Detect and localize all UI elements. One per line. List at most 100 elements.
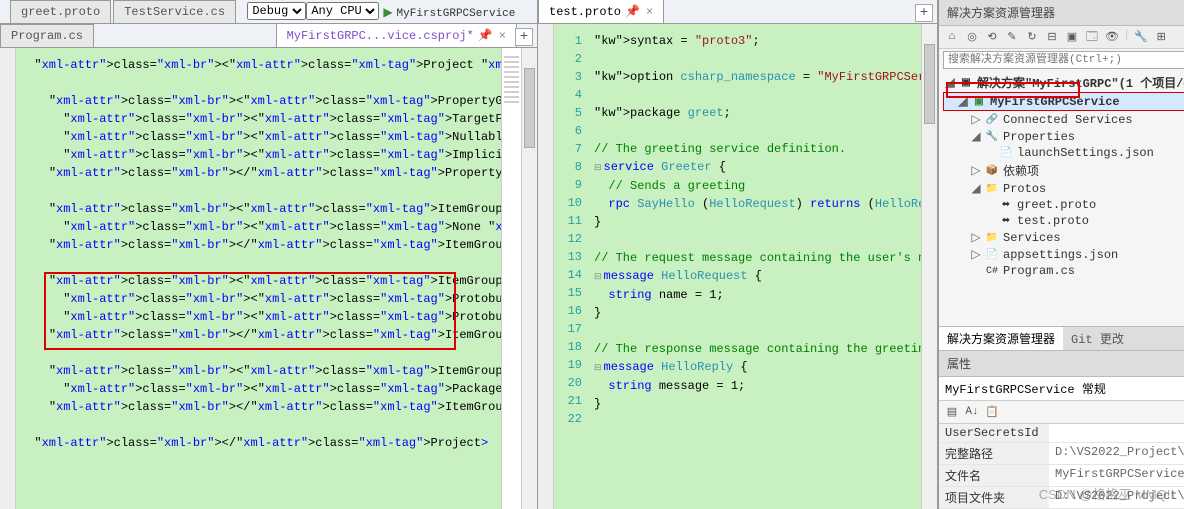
categorize-icon[interactable]: ▤	[943, 403, 961, 421]
tree-item[interactable]: C# Program.cs	[943, 263, 1184, 279]
sync-icon[interactable]: ⟲	[983, 28, 1001, 46]
prop-value[interactable]	[1049, 424, 1184, 443]
minimap[interactable]	[501, 48, 521, 509]
tree-label: Properties	[1003, 130, 1075, 144]
props-page-icon[interactable]: 📋	[983, 403, 1001, 421]
tree-label: test.proto	[1017, 214, 1089, 228]
tree-icon: ⬌	[999, 198, 1013, 212]
explorer-search	[943, 51, 1184, 69]
props-title-text: 属性	[947, 355, 971, 372]
wrench-icon[interactable]: 🔧	[1132, 28, 1150, 46]
breakpoint-margin[interactable]	[0, 48, 16, 509]
tree-icon: 🔗	[985, 113, 999, 127]
tree-icon: 📁	[985, 182, 999, 196]
split-button[interactable]: +	[915, 4, 933, 22]
tree-item[interactable]: ⬌ greet.proto	[943, 197, 1184, 213]
proto-editor: test.proto📌× ▾ 1234567891011121314151617…	[538, 0, 938, 509]
explorer-toolbar: ⌂ ◎ ⟲ ✎ ↻ ⊟ ▣ 🗔 👁 | 🔧 ⊞	[939, 26, 1184, 49]
tree-label: Services	[1003, 231, 1061, 245]
home-icon[interactable]: ⌂	[943, 28, 961, 46]
project-node[interactable]: ◢▣MyFirstGRPCService	[943, 92, 1184, 111]
pin-icon[interactable]: 📌	[625, 5, 640, 19]
project-label: MyFirstGRPCService	[990, 95, 1120, 109]
tree-item[interactable]: ▷🔗Connected Services	[943, 111, 1184, 128]
solution-root[interactable]: ◢▣解决方案"MyFirstGRPC"(1 个项目/共 1 个)	[943, 73, 1184, 92]
prop-key: 文件名	[939, 465, 1049, 487]
tree-icon: C#	[985, 264, 999, 278]
prop-value[interactable]: D:\VS2022_Project\MyFi	[1049, 443, 1184, 465]
show-all-icon[interactable]: ▣	[1063, 28, 1081, 46]
csharp-project-icon: ▣	[972, 95, 986, 109]
solution-explorer-panel: 解决方案资源管理器 ▾ × ⌂ ◎ ⟲ ✎ ↻ ⊟ ▣ 🗔 👁 | 🔧 ⊞ ◢▣…	[938, 0, 1184, 509]
tree-label: Connected Services	[1003, 113, 1133, 127]
right-tab-strip: test.proto📌× ▾	[538, 0, 937, 24]
tree-icon: 📄	[999, 146, 1013, 160]
prop-key: 完整路径	[939, 443, 1049, 465]
watermark: CSDN @格格巫 MMQ!!	[1039, 484, 1174, 503]
tree-item[interactable]: ▷📦依赖项	[943, 161, 1184, 180]
tab-label: MyFirstGRPC...vice.csproj*	[287, 29, 474, 43]
search-input[interactable]	[943, 51, 1184, 69]
properties-icon[interactable]: 🗔	[1083, 28, 1101, 46]
split-button[interactable]: +	[515, 28, 533, 46]
view-icon[interactable]: ⊞	[1152, 28, 1170, 46]
tree-label: appsettings.json	[1003, 248, 1118, 262]
solution-icon: ▣	[959, 76, 973, 90]
panel-title-text: 解决方案资源管理器	[947, 4, 1055, 21]
config-dropdown[interactable]: Debug	[247, 2, 306, 20]
tab-testservice[interactable]: TestService.cs	[113, 0, 236, 23]
prop-key: UserSecretsId	[939, 424, 1049, 443]
tree-icon: 📦	[985, 164, 999, 178]
panel-title-bar: 解决方案资源管理器 ▾ ×	[939, 0, 1184, 26]
tab-greet-proto[interactable]: greet.proto	[10, 0, 111, 23]
tab-label: greet.proto	[21, 5, 100, 19]
tree-icon: 📁	[985, 231, 999, 245]
alpha-icon[interactable]: A↓	[963, 403, 981, 421]
subtab-git[interactable]: Git 更改	[1063, 327, 1132, 350]
back-icon[interactable]: ◎	[963, 28, 981, 46]
subtab-explorer[interactable]: 解决方案资源管理器	[939, 327, 1063, 350]
csproj-code-area[interactable]: "xml-attr">class="xml-br"><"xml-attr">cl…	[16, 48, 501, 509]
proto-code-area[interactable]: "kw">syntax = "proto3"; "kw">option csha…	[590, 24, 921, 509]
vertical-scrollbar[interactable]	[521, 48, 537, 509]
close-icon[interactable]: ×	[499, 29, 506, 43]
tab-program[interactable]: Program.cs	[0, 24, 94, 47]
props-title-bar: 属性 ▾ ×	[939, 351, 1184, 377]
solution-tree[interactable]: ◢▣解决方案"MyFirstGRPC"(1 个项目/共 1 个) ◢▣MyFir…	[939, 71, 1184, 326]
csproj-editor: greet.proto TestService.cs Debug Any CPU…	[0, 0, 538, 509]
preview-icon[interactable]: 👁	[1103, 28, 1121, 46]
tree-item[interactable]: ◢📁Protos	[943, 180, 1184, 197]
tab-label: TestService.cs	[124, 5, 225, 19]
tree-item[interactable]: ◢🔧Properties	[943, 128, 1184, 145]
brush-icon[interactable]: ✎	[1003, 28, 1021, 46]
vertical-scrollbar[interactable]	[921, 24, 937, 509]
tree-item[interactable]: ▷📁Services	[943, 229, 1184, 246]
pin-icon[interactable]: 📌	[478, 29, 493, 43]
tree-icon: 🔧	[985, 130, 999, 144]
tree-label: greet.proto	[1017, 198, 1096, 212]
tab-test-proto[interactable]: test.proto📌×	[538, 0, 664, 23]
startup-label: MyFirstGRPCService	[397, 8, 516, 20]
tree-item[interactable]: ▷📄appsettings.json	[943, 246, 1184, 263]
left-tab-strip: greet.proto TestService.cs Debug Any CPU…	[0, 0, 537, 24]
tree-label: 依赖项	[1003, 162, 1039, 179]
close-icon[interactable]: ×	[646, 5, 653, 19]
props-toolbar: ▤ A↓ 📋	[939, 401, 1184, 424]
breakpoint-margin[interactable]	[538, 24, 554, 509]
explorer-subtabs: 解决方案资源管理器 Git 更改	[939, 326, 1184, 351]
props-object[interactable]: MyFirstGRPCService 常规	[939, 377, 1184, 401]
refresh-icon[interactable]: ↻	[1023, 28, 1041, 46]
tab-csproj-active[interactable]: MyFirstGRPC...vice.csproj* 📌 ×	[276, 23, 517, 47]
collapse-icon[interactable]: ⊟	[1043, 28, 1061, 46]
prop-key: 项目文件夹	[939, 487, 1049, 509]
tree-icon: 📄	[985, 248, 999, 262]
platform-dropdown[interactable]: Any CPU	[306, 2, 379, 20]
tab-label: Program.cs	[11, 29, 83, 43]
tree-label: Protos	[1003, 182, 1046, 196]
play-icon[interactable]: ▶	[383, 5, 392, 20]
tree-item[interactable]: ⬌test.proto	[943, 213, 1184, 229]
line-numbers: 12345678910111213141516171819202122	[554, 24, 590, 509]
tree-item[interactable]: 📄 launchSettings.json	[943, 145, 1184, 161]
tree-label: Program.cs	[1003, 264, 1075, 278]
tree-label: launchSettings.json	[1017, 146, 1154, 160]
